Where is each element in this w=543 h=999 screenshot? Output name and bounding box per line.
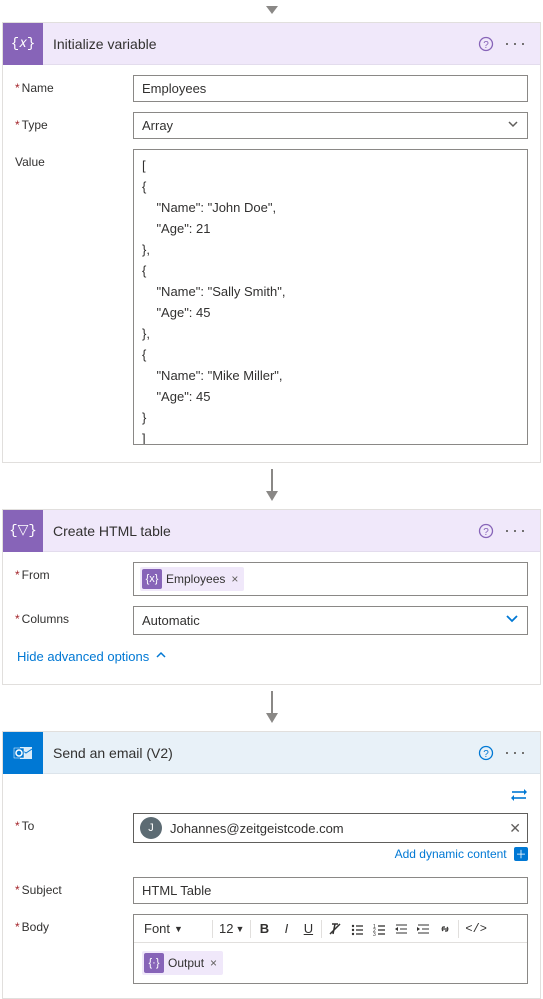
subject-label: Subject <box>15 877 133 897</box>
type-select[interactable]: Array <box>133 112 528 139</box>
link-button[interactable] <box>434 918 456 940</box>
connector-arrow <box>0 691 543 725</box>
token-remove-button[interactable]: × <box>229 572 240 586</box>
token-label: Output <box>168 956 204 970</box>
svg-text:3: 3 <box>373 932 376 936</box>
italic-button[interactable]: I <box>275 917 297 940</box>
type-label: Type <box>15 112 133 132</box>
data-operation-token-icon: {·} <box>144 953 164 973</box>
svg-text:?: ? <box>483 527 489 538</box>
body-editor: Font ▼ 12 ▼ B I U <box>133 914 528 984</box>
outlook-icon <box>3 732 43 774</box>
svg-text:?: ? <box>483 40 489 51</box>
remove-recipient-button[interactable]: ✕ <box>509 820 521 837</box>
action-title: Initialize variable <box>43 36 478 52</box>
body-label: Body <box>15 914 133 934</box>
font-family-select[interactable]: Font ▼ <box>138 919 210 938</box>
to-label: To <box>15 813 133 833</box>
value-label: Value <box>15 149 133 169</box>
connector-incoming <box>0 6 543 16</box>
token-remove-button[interactable]: × <box>208 956 219 970</box>
token-output[interactable]: {·} Output × <box>142 951 223 975</box>
more-menu-button[interactable]: ··· <box>500 33 532 54</box>
body-content[interactable]: {·} Output × <box>134 943 527 983</box>
clear-format-button[interactable] <box>324 918 346 940</box>
to-input[interactable]: J Johannes@zeitgeistcode.com ✕ <box>133 813 528 843</box>
more-menu-button[interactable]: ··· <box>500 520 532 541</box>
action-create-html-table: {▽} Create HTML table ? ··· From {x} Emp… <box>2 509 541 685</box>
number-list-button[interactable]: 123 <box>368 918 390 940</box>
action-header[interactable]: {▽} Create HTML table ? ··· <box>3 510 540 552</box>
token-label: Employees <box>166 572 225 586</box>
name-input[interactable] <box>133 75 528 102</box>
help-icon[interactable]: ? <box>478 36 494 52</box>
action-header[interactable]: Send an email (V2) ? ··· <box>3 732 540 774</box>
name-label: Name <box>15 75 133 95</box>
bullet-list-button[interactable] <box>346 918 368 940</box>
action-title: Create HTML table <box>43 523 478 539</box>
add-dynamic-content-link[interactable]: Add dynamic content ＋ <box>395 847 528 861</box>
chevron-down-icon <box>505 612 519 629</box>
action-send-email: Send an email (V2) ? ··· <box>2 731 541 999</box>
from-input[interactable]: {x} Employees × <box>133 562 528 596</box>
svg-text:?: ? <box>483 749 489 760</box>
data-operation-icon: {▽} <box>3 510 43 552</box>
from-label: From <box>15 562 133 582</box>
chevron-down-icon <box>507 118 519 133</box>
subject-input[interactable] <box>133 877 528 904</box>
value-textarea[interactable] <box>133 149 528 445</box>
font-size-select[interactable]: 12 ▼ <box>215 919 248 938</box>
variable-icon: {𝑥} <box>3 23 43 65</box>
avatar: J <box>140 817 162 839</box>
variable-token-icon: {x} <box>142 569 162 589</box>
more-menu-button[interactable]: ··· <box>500 742 532 763</box>
bold-button[interactable]: B <box>253 917 275 940</box>
help-icon[interactable]: ? <box>478 523 494 539</box>
chevron-down-icon: ▼ <box>174 924 183 934</box>
advanced-link-label: Hide advanced options <box>17 649 149 664</box>
to-value: Johannes@zeitgeistcode.com <box>170 821 501 836</box>
help-icon[interactable]: ? <box>478 745 494 761</box>
outdent-button[interactable] <box>390 918 412 940</box>
chevron-up-icon <box>155 649 167 664</box>
action-header[interactable]: {𝑥} Initialize variable ? ··· <box>3 23 540 65</box>
code-view-button[interactable]: </> <box>461 918 491 940</box>
hide-advanced-options-link[interactable]: Hide advanced options <box>15 645 169 670</box>
underline-button[interactable]: U <box>297 917 319 940</box>
editor-toolbar: Font ▼ 12 ▼ B I U <box>134 915 527 943</box>
type-select-value: Array <box>142 118 173 133</box>
indent-button[interactable] <box>412 918 434 940</box>
switch-mode-icon[interactable] <box>510 788 528 805</box>
chevron-down-icon: ▼ <box>235 924 244 934</box>
columns-select-value: Automatic <box>142 613 200 628</box>
columns-label: Columns <box>15 606 133 626</box>
action-title: Send an email (V2) <box>43 745 478 761</box>
plus-icon: ＋ <box>514 847 528 861</box>
columns-select[interactable]: Automatic <box>133 606 528 635</box>
token-employees[interactable]: {x} Employees × <box>140 567 244 591</box>
connector-arrow <box>0 469 543 503</box>
action-initialize-variable: {𝑥} Initialize variable ? ··· Name Type <box>2 22 541 463</box>
